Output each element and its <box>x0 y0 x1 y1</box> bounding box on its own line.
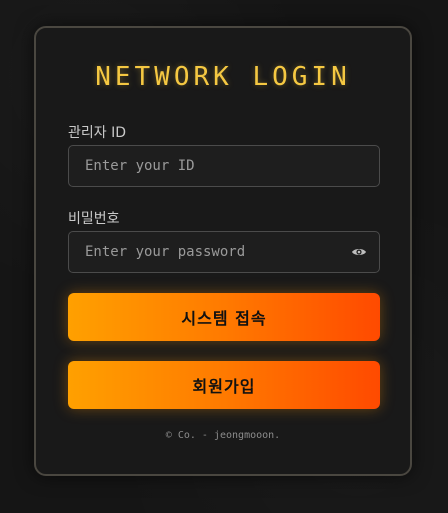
password-input[interactable] <box>69 232 379 272</box>
eye-icon[interactable] <box>351 244 367 260</box>
login-card: NETWORK LOGIN 관리자 ID 비밀번호 시스템 접속 회원가입 © … <box>34 26 412 476</box>
password-label: 비밀번호 <box>68 211 120 227</box>
id-input[interactable] <box>69 146 379 186</box>
id-label: 관리자 ID <box>68 125 126 141</box>
copyright-footer: © Co. - jeongmooon. <box>165 430 281 441</box>
signup-button[interactable]: 회원가입 <box>68 361 380 409</box>
id-field-wrapper <box>68 145 380 187</box>
system-login-button[interactable]: 시스템 접속 <box>68 293 380 341</box>
password-field-wrapper <box>68 231 380 273</box>
login-title: NETWORK LOGIN <box>95 62 351 92</box>
